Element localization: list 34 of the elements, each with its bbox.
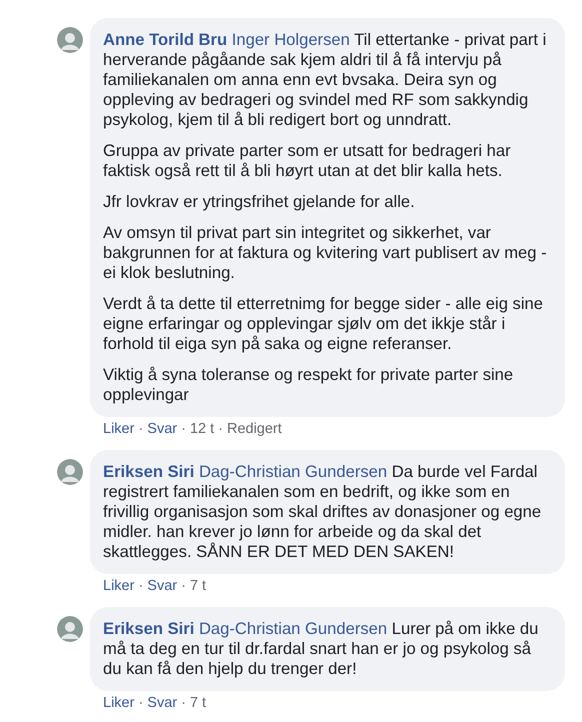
comment-text: Viktig å syna toleranse og respekt for private parter sine opplevingar (103, 365, 514, 405)
timestamp: 7 t (190, 577, 206, 595)
mention-link[interactable]: Dag-Christian Gundersen (198, 619, 388, 638)
author-link[interactable]: Anne Torild Bru (103, 30, 228, 49)
separator-dot: · (137, 420, 144, 438)
author-link[interactable]: Eriksen Siri (103, 462, 194, 481)
like-link[interactable]: Liker (103, 420, 134, 438)
mention-link[interactable]: Inger Holgersen (232, 30, 350, 49)
separator-dot: · (180, 420, 187, 438)
like-link[interactable]: Liker (103, 694, 134, 712)
like-link[interactable]: Liker (103, 577, 134, 595)
author-link[interactable]: Eriksen Siri (103, 619, 194, 638)
reply-link[interactable]: Svar (147, 420, 178, 438)
comment-text: Gruppa av private parter som er utsatt for bedrageri har faktisk også rett til å bli høyrt utan at det blir kalla hets. (103, 141, 512, 181)
comment-text: Eriksen Siri Dag-Christian Gundersen Da burde vel Fardal registrert familiekanalen som en bedrift, og ikke som en frivillig organisasjon som skal driftes av donasjoner og egne midler. han krever jo lønn for arbeide og da skal det skattlegges. SÅNN ER DET MED DEN SAKEN! (103, 462, 542, 562)
comment-text: Eriksen Siri Dag-Christian Gundersen Lurer på om ikke du må ta deg en tur til dr.fardal snart han er jo og psykolog så du kan få den hjelp du trenger der! (103, 619, 540, 679)
comment-text: Av omsyn til privat part sin integritet og sikkerhet, var bakgrunnen for at faktura og kvitering vart publisert av meg - ei klok beslutning. (103, 223, 548, 283)
comment-text: Anne Torild Bru Inger Holgersen Til ettertanke - privat part i herverande pågåande sak kjem aldri til å få intervju på familiekanalen om anna enn evt bvsaka. Deira syn og oppleving av bedrageri og svindel med RF som sakkyndig psykolog, kjem til å bli redigert bort og unndratt. (103, 30, 548, 130)
separator-dot: · (180, 577, 187, 595)
reply-link[interactable]: Svar (147, 694, 178, 712)
reply-link[interactable]: Svar (147, 577, 178, 595)
avatar-icon[interactable] (57, 27, 83, 53)
timestamp: 7 t (190, 694, 206, 712)
separator-dot: · (180, 694, 187, 712)
separator-dot: · (137, 694, 144, 712)
separator-dot: · (137, 577, 144, 595)
avatar-icon[interactable] (57, 459, 83, 485)
comment-text: Jfr lovkrav er ytringsfrihet gjelande for alle. (103, 192, 416, 212)
mention-link[interactable]: Dag-Christian Gundersen (198, 462, 388, 481)
avatar-icon[interactable] (57, 616, 83, 642)
comment-text: Verdt å ta dette til etterretnimg for begge sider - alle eig sine eigne erfaringar og opplevingar sjølv om det ikkje står i forhold til eiga syn på saka og eigne referanser. (103, 294, 544, 354)
separator-dot: · (217, 420, 224, 438)
edited-label: Redigert (226, 420, 282, 438)
timestamp: 12 t (190, 420, 214, 438)
